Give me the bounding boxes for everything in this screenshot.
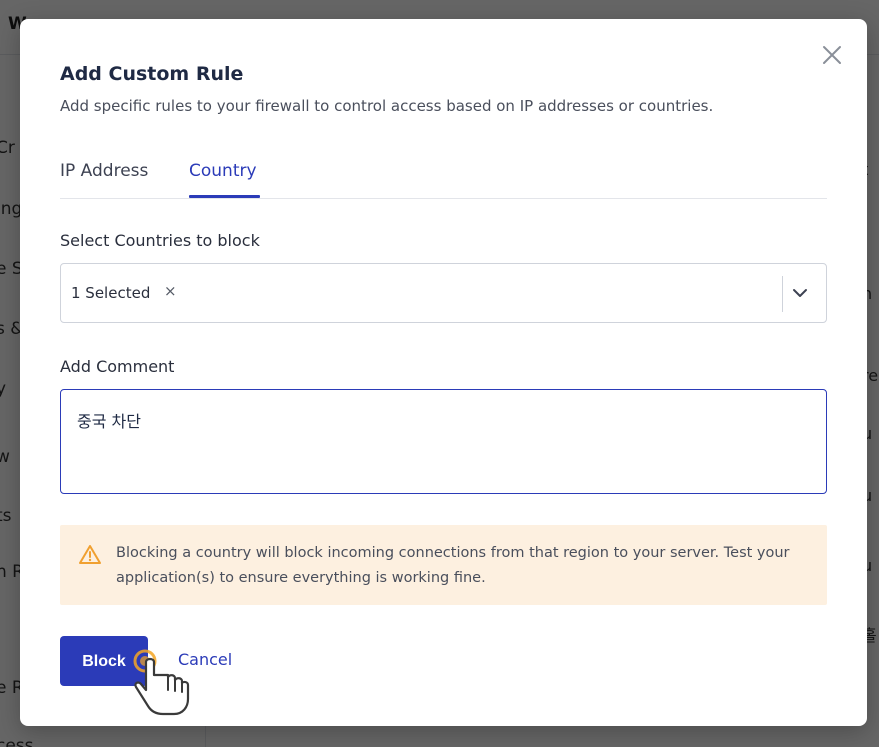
block-button[interactable]: Block: [60, 636, 148, 686]
modal-title: Add Custom Rule: [60, 63, 244, 85]
modal-subtitle: Add specific rules to your firewall to c…: [60, 97, 714, 115]
comment-label: Add Comment: [60, 357, 175, 376]
comment-textarea[interactable]: 중국 차단: [60, 389, 827, 494]
warning-text: Blocking a country will block incoming c…: [116, 545, 790, 586]
clear-selection-icon[interactable]: ×: [164, 282, 177, 300]
add-custom-rule-modal: Add Custom Rule Add specific rules to yo…: [20, 19, 867, 726]
tab-label: IP Address: [60, 161, 149, 181]
cancel-button[interactable]: Cancel: [178, 650, 232, 669]
tab-country[interactable]: Country: [189, 161, 260, 198]
chevron-down-icon[interactable]: [789, 282, 811, 304]
close-icon[interactable]: [820, 43, 844, 67]
rule-type-tabs: IP Address Country: [60, 161, 827, 199]
tab-label: Country: [189, 161, 257, 181]
selected-count: 1 Selected: [71, 284, 151, 302]
countries-label: Select Countries to block: [60, 231, 260, 250]
active-tab-indicator: [189, 195, 260, 198]
warning-banner: Blocking a country will block incoming c…: [60, 525, 827, 605]
select-divider: [782, 276, 783, 312]
warning-triangle-icon: [78, 543, 102, 567]
tab-ip-address[interactable]: IP Address: [60, 161, 148, 197]
countries-select[interactable]: 1 Selected ×: [60, 263, 827, 323]
comment-value: 중국 차단: [77, 412, 141, 431]
